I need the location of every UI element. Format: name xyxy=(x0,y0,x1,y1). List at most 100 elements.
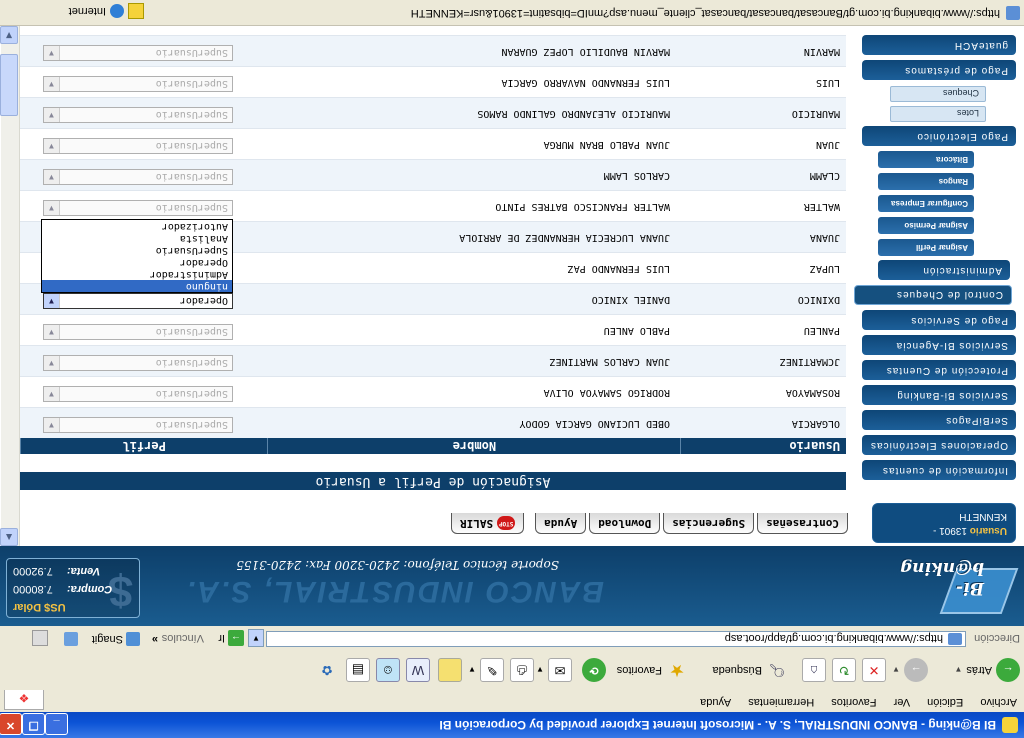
scroll-up-icon[interactable]: ▲ xyxy=(0,528,18,546)
tools-button[interactable]: ✿ xyxy=(316,656,338,684)
cell-usuario: JCMARTINEZ xyxy=(779,356,840,367)
table-row: WALTER WALTER FRANCISCO BATRES PINTO Sup… xyxy=(20,190,846,221)
word-button[interactable]: W xyxy=(406,656,430,684)
refresh-button[interactable]: ↻ xyxy=(832,656,856,684)
vertical-scrollbar[interactable]: ▲ ▼ xyxy=(0,26,20,546)
forward-button[interactable]: → ▼ xyxy=(892,656,928,684)
mail-icon: ✉ xyxy=(548,658,572,682)
address-input[interactable]: https://www.bibanking.bi.com.gt/app/root… xyxy=(266,631,966,647)
stop-button[interactable]: ✕ xyxy=(862,656,886,684)
sidebar-item-asignar-permiso[interactable]: Asignar Permiso xyxy=(878,217,974,234)
sidebar-item-control-cheques[interactable]: Control de Cheques xyxy=(854,285,1012,305)
tab-salir[interactable]: STOP SALIR xyxy=(451,513,525,534)
dropdown-option-autorizador[interactable]: Autorizador xyxy=(42,220,232,232)
dropdown-option-operador[interactable]: Operador xyxy=(42,256,232,268)
sidebar-item-guateach[interactable]: guateACH xyxy=(862,35,1016,55)
close-button[interactable]: ✕ xyxy=(0,713,22,735)
scroll-down-icon[interactable]: ▼ xyxy=(0,26,18,44)
sidebar-item-serbipagos[interactable]: SerBiPagos xyxy=(862,410,1016,430)
research-button[interactable]: ▤ xyxy=(346,656,370,684)
dropdown-option-superusuario[interactable]: SuperUsuario xyxy=(42,244,232,256)
discuss-button[interactable] xyxy=(438,656,462,684)
minimize-button[interactable]: _ xyxy=(45,713,68,735)
star-icon: ★ xyxy=(669,661,685,680)
header-perfil: Perfil xyxy=(20,438,268,454)
perfil-select[interactable]: SuperUsuario ▼ xyxy=(43,324,233,340)
stop-icon: ✕ xyxy=(862,658,886,682)
chevron-down-icon: ▼ xyxy=(44,418,60,432)
sidebar-item-proteccion-cuentas[interactable]: Protección de Cuentas xyxy=(862,360,1016,380)
print-icon: ⎙ xyxy=(510,658,534,682)
sidebar-item-pago-prestamos[interactable]: Pago de préstamos xyxy=(862,60,1016,80)
menu-archivo[interactable]: Archivo xyxy=(973,692,1024,712)
dropdown-option-analista[interactable]: Analista xyxy=(42,232,232,244)
print-button[interactable]: ⎙ xyxy=(510,656,534,684)
chevron-down-icon: ▼ xyxy=(44,170,60,184)
address-dropdown-button[interactable]: ▼ xyxy=(248,629,264,647)
perfil-select-open[interactable]: Operador ▼ xyxy=(43,293,233,309)
sidebar-item-cheques[interactable]: Cheques xyxy=(890,86,986,102)
dropdown-option-ninguno[interactable]: ninguno xyxy=(42,280,232,292)
cell-usuario: LUIS xyxy=(815,77,840,88)
sidebar-item-asignar-perfil[interactable]: Asignar Perfil xyxy=(878,239,974,256)
perfil-select[interactable]: SuperUsuario ▼ xyxy=(43,45,233,61)
table-row: MAURICIO MAURICIO ALEJANDRO GALINDO RAMO… xyxy=(20,97,846,128)
scroll-thumb[interactable] xyxy=(0,54,18,116)
sidebar-item-lotes[interactable]: Lotes xyxy=(890,106,986,122)
sidebar-item-bitacora[interactable]: Bitácora xyxy=(878,151,974,168)
mail-button[interactable]: ✉ ▼ xyxy=(536,656,572,684)
refresh-icon: ↻ xyxy=(832,658,856,682)
sidebar-item-pago-servicios[interactable]: Pago de Servicios xyxy=(862,310,1016,330)
main-content: Contraseñas Sugerencias Download Ayuda S… xyxy=(0,26,848,546)
perfil-select[interactable]: SuperUsuario ▼ xyxy=(43,76,233,92)
back-button[interactable]: ← Atrás ▼ xyxy=(954,656,1020,684)
links-label[interactable]: Vínculos xyxy=(162,632,204,644)
cell-nombre: MARVIN BAUDILIO LOPEZ GUARAN xyxy=(501,46,670,57)
links-more-icon[interactable]: » xyxy=(152,633,158,645)
menu-herramientas[interactable]: Herramientas xyxy=(741,692,821,712)
maximize-button[interactable]: ❐ xyxy=(22,713,45,735)
sidebar-item-informacion-cuentas[interactable]: Información de cuentas xyxy=(862,460,1016,480)
menu-favoritos[interactable]: Favoritos xyxy=(824,692,883,712)
sidebar-item-servicios-bibanking[interactable]: Servicios Bi-Banking xyxy=(862,385,1016,405)
perfil-select[interactable]: SuperUsuario ▼ xyxy=(43,107,233,123)
snagit-button[interactable]: Snagit xyxy=(92,632,140,646)
tab-ayuda[interactable]: Ayuda xyxy=(535,513,587,534)
tab-download[interactable]: Download xyxy=(589,513,661,534)
user-id: 13901 - xyxy=(933,525,967,536)
chevron-down-icon: ▼ xyxy=(44,139,60,153)
favorites-button[interactable]: ★ Favoritos xyxy=(617,656,688,684)
go-button[interactable]: → Ir xyxy=(218,629,244,647)
sidebar-item-configurar-empresa[interactable]: Configurar Empresa xyxy=(878,195,974,212)
folder-icon xyxy=(438,658,462,682)
messenger-button[interactable]: ☺ xyxy=(376,656,400,684)
history-icon: ⟳ xyxy=(582,658,606,682)
perfil-select[interactable]: SuperUsuario ▼ xyxy=(43,200,233,216)
snagit-capture-icon[interactable] xyxy=(64,632,78,646)
menu-ayuda[interactable]: Ayuda xyxy=(693,692,738,712)
perfil-select[interactable]: SuperUsuario ▼ xyxy=(43,417,233,433)
chevron-down-icon: ▼ xyxy=(44,325,60,339)
edit-document-icon: ✎ xyxy=(480,658,504,682)
menu-ver[interactable]: Ver xyxy=(887,692,918,712)
sidebar-item-servicios-biagencia[interactable]: Servicios BI-Agencia xyxy=(862,335,1016,355)
cell-nombre: WALTER FRANCISCO BATRES PINTO xyxy=(495,201,670,212)
sidebar-item-rangos[interactable]: Rangos xyxy=(878,173,974,190)
perfil-select[interactable]: SuperUsuario ▼ xyxy=(43,138,233,154)
perfil-select[interactable]: SuperUsuario ▼ xyxy=(43,355,233,371)
sidebar-item-pago-electronico[interactable]: Pago Electrónico xyxy=(862,126,1016,146)
edit-button[interactable]: ✎ ▼ xyxy=(468,656,504,684)
snagit-options-icon[interactable] xyxy=(32,630,48,646)
menu-edicion[interactable]: Edición xyxy=(920,692,970,712)
home-button[interactable]: ⌂ xyxy=(802,656,826,684)
dropdown-option-administrador[interactable]: Administrador xyxy=(42,268,232,280)
tab-contrasenas[interactable]: Contraseñas xyxy=(757,513,848,534)
tab-sugerencias[interactable]: Sugerencias xyxy=(663,513,755,534)
history-button[interactable]: ⟳ xyxy=(582,656,606,684)
sidebar-item-administracion[interactable]: Administración xyxy=(878,260,1010,280)
sidebar-item-operaciones-electronicas[interactable]: Operaciones Electrónicas xyxy=(862,435,1016,455)
perfil-select[interactable]: SuperUsuario ▼ xyxy=(43,386,233,402)
search-button[interactable]: 🔍︎ Búsqueda xyxy=(712,656,788,684)
chevron-down-icon: ▼ xyxy=(44,46,60,60)
perfil-select[interactable]: SuperUsuario ▼ xyxy=(43,169,233,185)
